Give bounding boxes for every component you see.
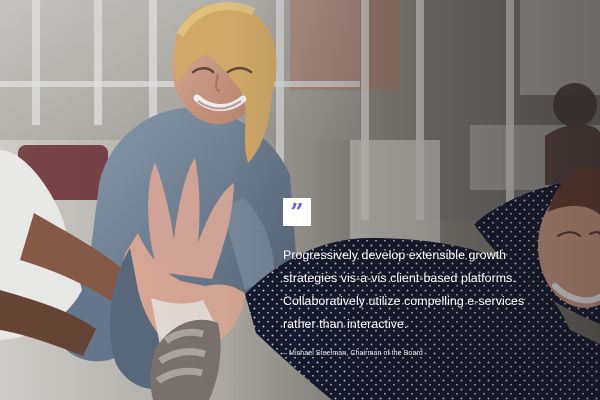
testimonial-card: ” Progressively develop extensible growt… — [283, 198, 533, 360]
quote-mark-icon: ” — [283, 198, 311, 226]
testimonial-hero: ” Progressively develop extensible growt… — [0, 0, 600, 400]
testimonial-quote: Progressively develop extensible growth … — [283, 248, 525, 331]
testimonial-author: – Michael Steelman, Chairman of the Boar… — [283, 350, 423, 357]
